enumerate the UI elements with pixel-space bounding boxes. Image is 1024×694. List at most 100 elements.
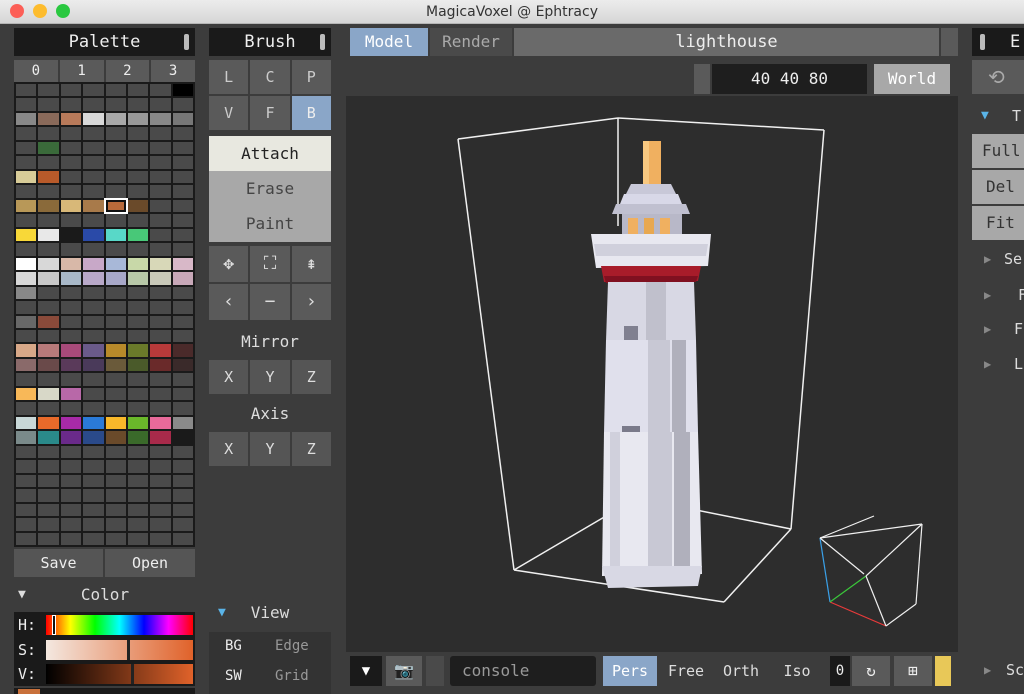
palette-swatch[interactable] <box>83 286 104 300</box>
palette-swatch[interactable] <box>16 387 37 401</box>
palette-swatch[interactable] <box>105 228 126 242</box>
palette-swatch[interactable] <box>16 503 37 517</box>
mode-attach[interactable]: Attach <box>209 136 331 171</box>
world-button[interactable]: World <box>874 64 950 94</box>
palette-swatch[interactable] <box>127 84 149 97</box>
value-slider[interactable] <box>46 664 193 684</box>
palette-swatch[interactable] <box>150 257 171 271</box>
yellow-tab[interactable] <box>935 656 951 686</box>
palette-swatch[interactable] <box>16 460 37 473</box>
palette-swatch[interactable] <box>103 197 128 215</box>
palette-swatch[interactable] <box>172 84 193 97</box>
palette-swatch[interactable] <box>38 518 59 531</box>
palette-swatch[interactable] <box>105 489 126 502</box>
palette-swatch[interactable] <box>38 445 59 459</box>
palette-swatch[interactable] <box>83 141 104 155</box>
section-sc-toggle[interactable]: ▶ <box>984 663 991 677</box>
palette-swatch[interactable] <box>105 112 126 126</box>
select-box-icon[interactable]: ⛶ <box>250 246 290 282</box>
palette-swatch[interactable] <box>83 387 104 401</box>
palette-swatch[interactable] <box>83 344 104 357</box>
palette-swatch[interactable] <box>60 170 82 184</box>
view-section-toggle[interactable]: ▼ <box>218 605 226 620</box>
palette-swatch[interactable] <box>172 503 193 517</box>
dims-grip[interactable] <box>694 64 710 94</box>
palette-swatch[interactable] <box>38 185 59 198</box>
palette-swatch[interactable] <box>83 315 104 328</box>
palette-swatch[interactable] <box>38 329 59 343</box>
palette-swatch[interactable] <box>16 141 37 155</box>
palette-swatch[interactable] <box>172 301 193 314</box>
palette-swatch[interactable] <box>83 228 104 242</box>
console-input[interactable]: console <box>450 656 596 686</box>
palette-swatch[interactable] <box>38 489 59 502</box>
palette-swatch[interactable] <box>172 358 193 372</box>
palette-swatch[interactable] <box>83 431 104 444</box>
palette-open-button[interactable]: Open <box>105 549 195 577</box>
palette-swatch[interactable] <box>105 84 126 97</box>
palette-swatch[interactable] <box>38 141 59 155</box>
palette-swatch[interactable] <box>150 301 171 314</box>
palette-swatch[interactable] <box>38 170 59 184</box>
palette-swatch[interactable] <box>105 518 126 531</box>
dims-field[interactable]: 40 40 80 <box>712 64 867 94</box>
palette-swatch[interactable] <box>16 156 37 169</box>
palette-swatch[interactable] <box>150 170 171 184</box>
view-sw-button[interactable]: SW <box>225 668 242 684</box>
palette-swatch[interactable] <box>16 228 37 242</box>
palette-swatch[interactable] <box>150 358 171 372</box>
palette-swatch[interactable] <box>83 503 104 517</box>
palette-swatch[interactable] <box>16 373 37 386</box>
palette-swatch[interactable] <box>105 431 126 444</box>
palette-swatch[interactable] <box>150 141 171 155</box>
palette-swatch[interactable] <box>127 416 149 430</box>
color-section-toggle[interactable]: ▼ <box>18 587 26 602</box>
palette-swatch[interactable] <box>172 112 193 126</box>
tab-model[interactable]: Model <box>350 28 428 56</box>
palette-swatch[interactable] <box>16 518 37 531</box>
palette-swatch[interactable] <box>127 112 149 126</box>
palette-swatch[interactable] <box>105 170 126 184</box>
palette-swatch[interactable] <box>60 387 82 401</box>
iso-button[interactable]: Iso <box>774 656 820 686</box>
viewport-3d[interactable] <box>346 96 958 652</box>
palette-swatch[interactable] <box>60 112 82 126</box>
palette-swatch[interactable] <box>60 84 82 97</box>
palette-swatch[interactable] <box>150 344 171 357</box>
palette-swatch[interactable] <box>38 315 59 328</box>
saturation-slider-thumb[interactable] <box>126 640 130 660</box>
palette-swatch[interactable] <box>38 84 59 97</box>
grid-layout-icon[interactable]: ⊞ <box>894 656 932 686</box>
palette-swatch[interactable] <box>16 329 37 343</box>
palette-swatch[interactable] <box>150 460 171 473</box>
palette-swatch[interactable] <box>38 156 59 169</box>
palette-swatch[interactable] <box>105 98 126 111</box>
palette-swatch[interactable] <box>60 243 82 256</box>
palette-swatch[interactable] <box>150 503 171 517</box>
palette-swatch[interactable] <box>16 214 37 227</box>
palette-swatch[interactable] <box>105 257 126 271</box>
brush-type-l[interactable]: L <box>209 60 249 94</box>
mode-paint[interactable]: Paint <box>209 206 331 241</box>
palette-swatch[interactable] <box>38 402 59 415</box>
palette-swatch[interactable] <box>83 214 104 227</box>
palette-swatch[interactable] <box>83 257 104 271</box>
palette-swatch[interactable] <box>172 532 193 545</box>
palette-swatch[interactable] <box>150 387 171 401</box>
palette-swatch[interactable] <box>127 402 149 415</box>
palette-swatch[interactable] <box>127 214 149 227</box>
full-button[interactable]: Full <box>972 134 1024 168</box>
palette-swatch[interactable] <box>38 257 59 271</box>
hue-slider-thumb[interactable] <box>51 615 56 635</box>
palette-swatch[interactable] <box>172 156 193 169</box>
palette-swatch[interactable] <box>60 156 82 169</box>
palette-swatch[interactable] <box>150 445 171 459</box>
palette-swatch[interactable] <box>60 402 82 415</box>
palette-swatch[interactable] <box>60 127 82 140</box>
palette-swatch[interactable] <box>83 84 104 97</box>
brush-type-b[interactable]: B <box>291 96 331 130</box>
palette-swatch[interactable] <box>172 416 193 430</box>
palette-swatch[interactable] <box>16 431 37 444</box>
dash-icon[interactable]: − <box>250 284 290 320</box>
palette-swatch[interactable] <box>105 141 126 155</box>
